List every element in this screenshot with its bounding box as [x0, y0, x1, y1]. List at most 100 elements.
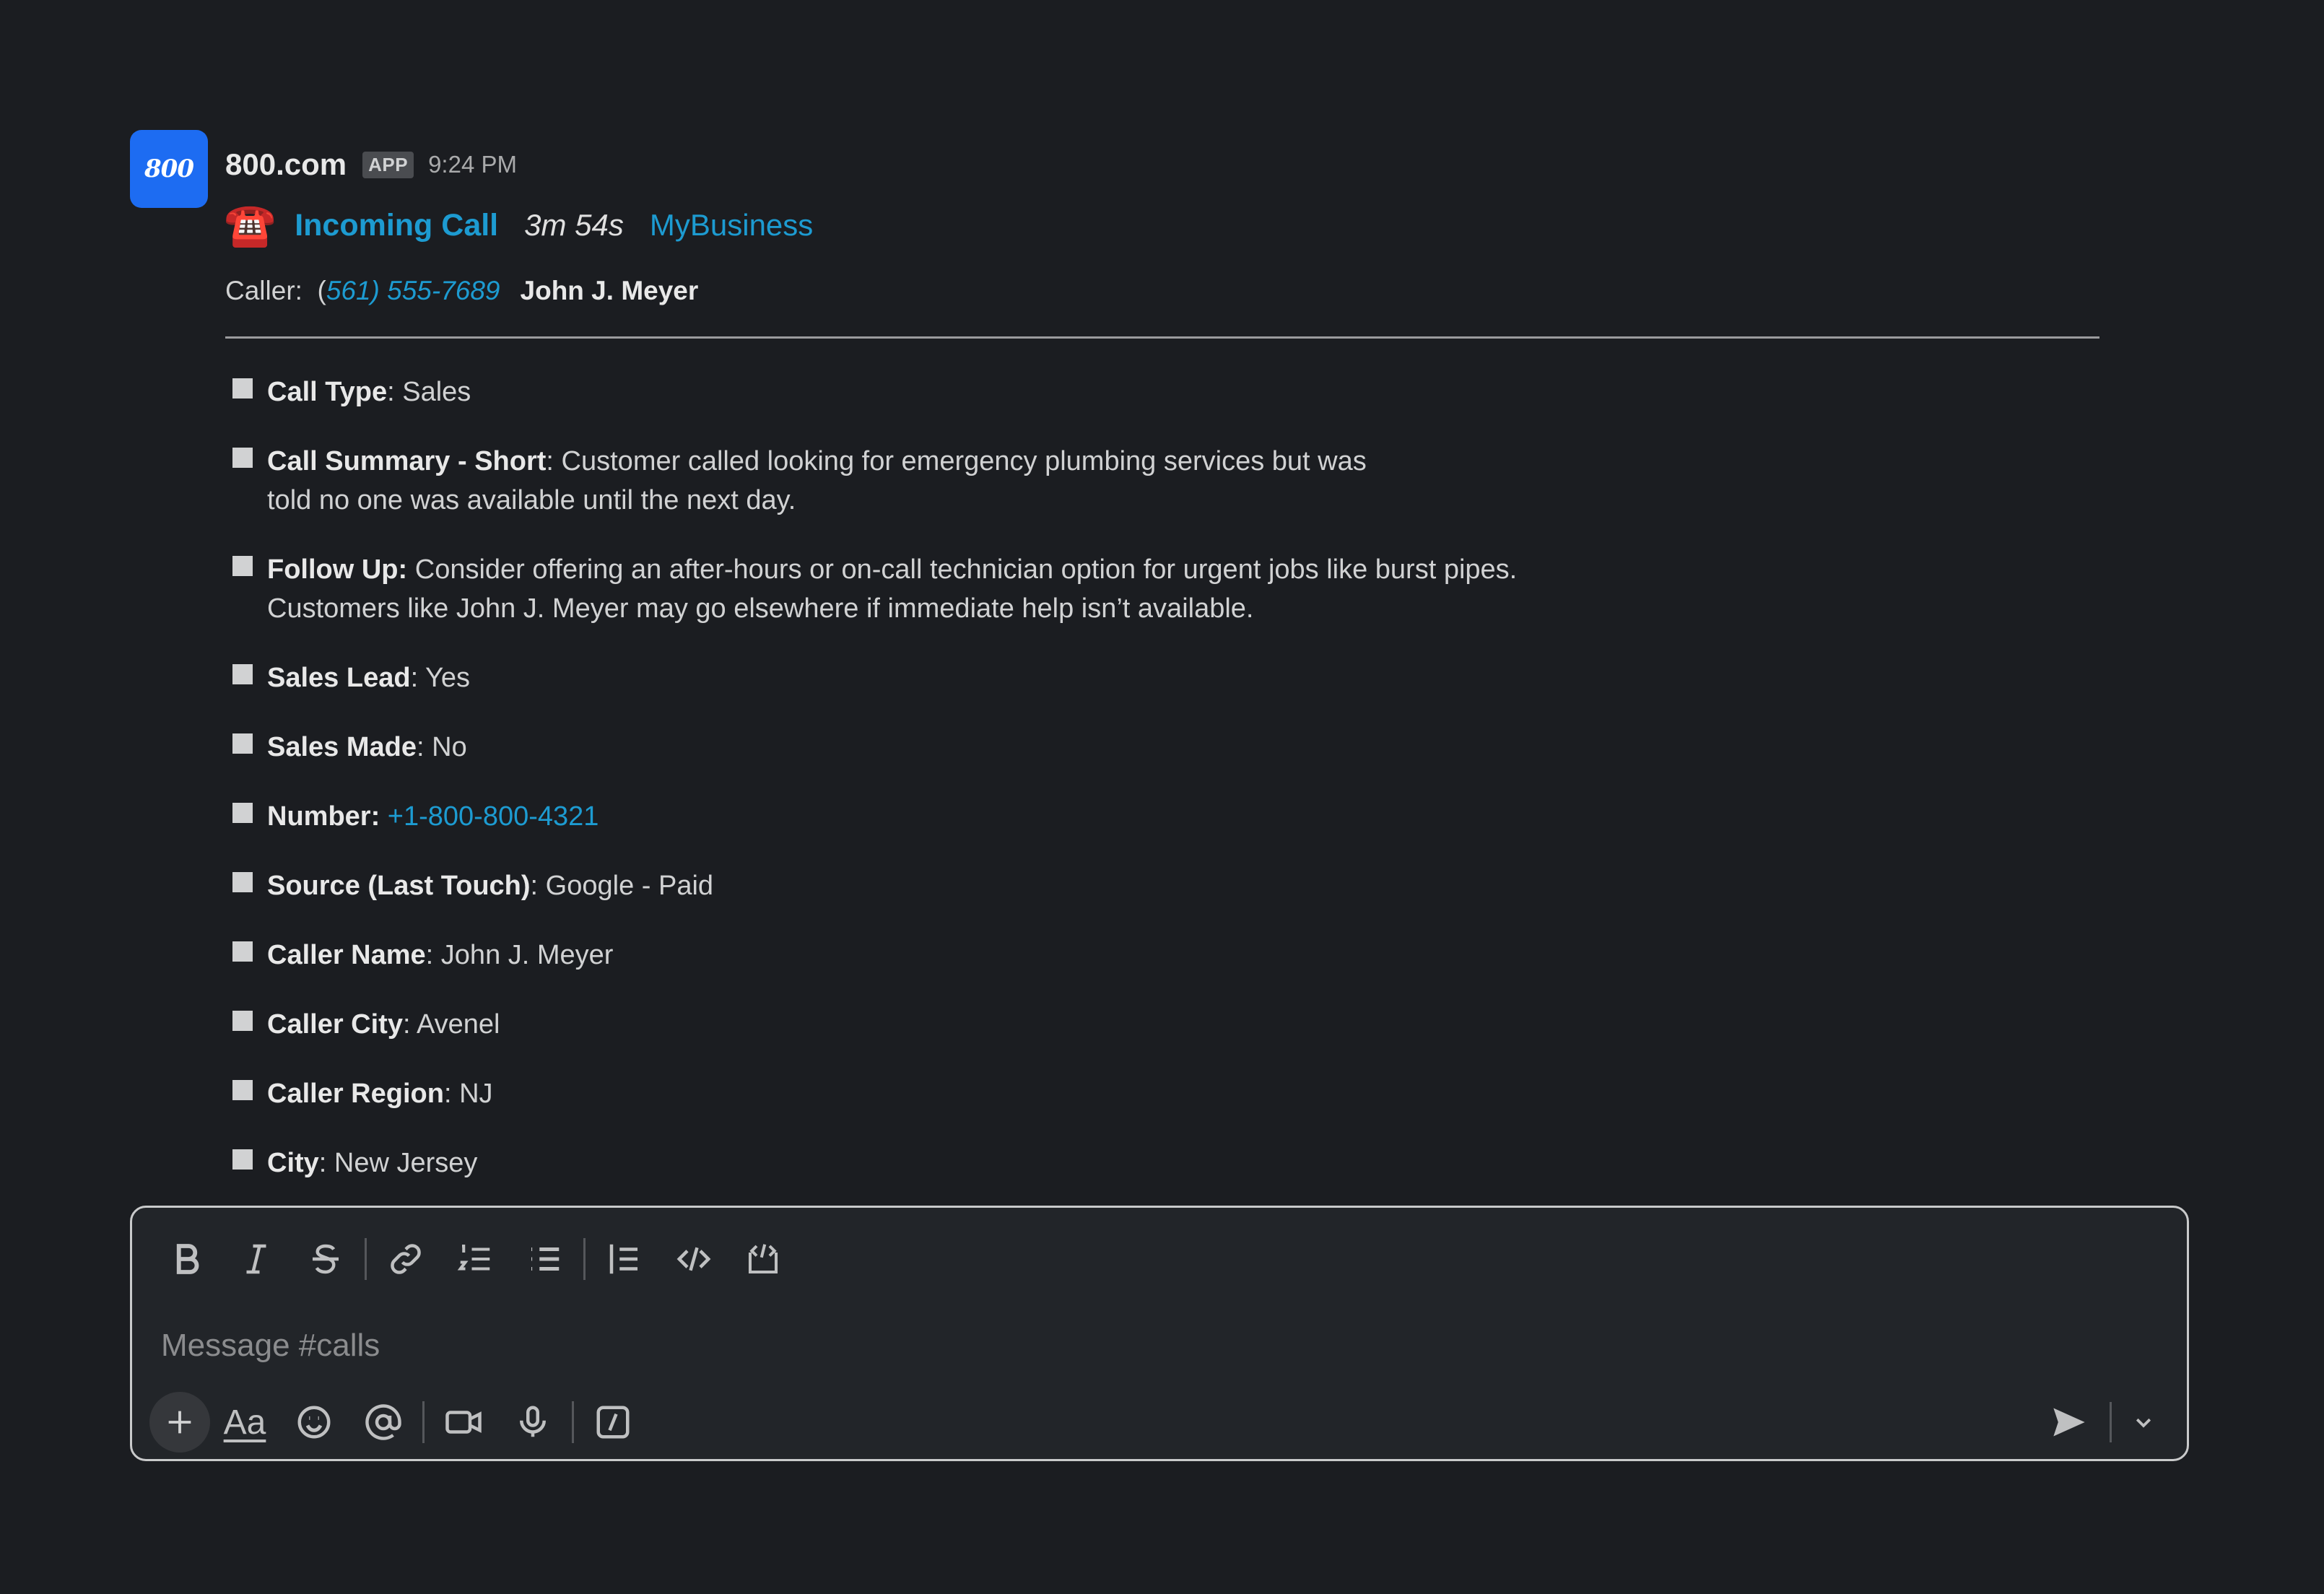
bullet-square-icon: [232, 733, 253, 754]
slash-command-icon[interactable]: [578, 1392, 648, 1453]
bullet-list-icon[interactable]: [510, 1230, 579, 1288]
field-label: Caller Region: [267, 1079, 444, 1109]
field-label: Number:: [267, 801, 380, 832]
field-separator: [380, 801, 388, 832]
app-badge: APP: [362, 151, 414, 178]
code-block-icon[interactable]: [728, 1230, 798, 1288]
call-summary-line: ☎️ Incoming Call 3m 54s MyBusiness: [224, 204, 813, 246]
detail-field: Caller Region: NJ: [230, 1074, 1601, 1113]
field-value: Yes: [425, 663, 470, 693]
formatting-icon[interactable]: Aa: [210, 1392, 279, 1453]
caller-line: Caller: (561) 555-7689 John J. Meyer: [225, 276, 698, 306]
field-value: Customer called looking for emergency pl…: [561, 446, 1367, 476]
field-separator: :: [417, 732, 432, 762]
field-value: Consider offering an after-hours or on-c…: [414, 554, 1518, 585]
field-separator: [407, 554, 415, 585]
mention-icon[interactable]: [349, 1392, 418, 1453]
bullet-square-icon: [232, 1011, 253, 1031]
detail-field: Caller City: Avenel: [230, 1005, 1601, 1044]
message-header: 800.com APP 9:24 PM: [225, 147, 517, 182]
app-avatar[interactable]: 800: [130, 130, 208, 208]
app-name[interactable]: 800.com: [225, 147, 347, 182]
message-input[interactable]: [160, 1316, 2112, 1375]
message-timestamp[interactable]: 9:24 PM: [428, 151, 517, 178]
field-label: Sales Made: [267, 732, 417, 762]
detail-field: Follow Up: Consider offering an after-ho…: [230, 550, 1601, 628]
field-separator: :: [402, 1009, 417, 1040]
field-separator: :: [443, 1079, 460, 1109]
toolbar-separator: [572, 1401, 574, 1443]
field-separator: :: [530, 871, 546, 901]
field-value: Avenel: [417, 1009, 500, 1040]
send-controls: [2039, 1390, 2165, 1455]
field-separator: :: [318, 1148, 334, 1178]
field-value: Sales: [402, 377, 471, 407]
message-composer: Aa: [130, 1206, 2189, 1461]
business-link[interactable]: MyBusiness: [650, 208, 813, 243]
field-value: NJ: [459, 1079, 493, 1109]
ordered-list-icon[interactable]: [440, 1230, 510, 1288]
field-label: Call Summary - Short: [267, 446, 547, 476]
composer-actions: Aa: [149, 1390, 648, 1455]
field-value-continued: Customers like John J. Meyer may go else…: [267, 593, 1254, 624]
link-icon[interactable]: [371, 1230, 440, 1288]
telephone-icon: ☎️: [224, 201, 277, 248]
caller-prefix: Caller:: [225, 276, 303, 305]
bullet-square-icon: [232, 1080, 253, 1100]
code-icon[interactable]: [659, 1230, 728, 1288]
bullet-square-icon: [232, 1149, 253, 1170]
detail-field: Sales Made: No: [230, 728, 1601, 767]
bullet-square-icon: [232, 803, 253, 823]
bullet-square-icon: [232, 378, 253, 398]
field-value: John J. Meyer: [440, 940, 614, 970]
bullet-square-icon: [232, 448, 253, 468]
bullet-square-icon: [232, 941, 253, 962]
call-details-list: Call Type: Sales Call Summary - Short: Cu…: [230, 373, 1601, 1213]
bullet-square-icon: [232, 872, 253, 892]
bullet-square-icon: [232, 556, 253, 576]
microphone-icon[interactable]: [498, 1392, 567, 1453]
toolbar-separator: [365, 1238, 367, 1280]
field-value: Google - Paid: [545, 871, 714, 901]
field-value: No: [432, 732, 467, 762]
field-label: Call Type: [267, 377, 388, 407]
video-icon[interactable]: [429, 1392, 498, 1453]
detail-field: City: New Jersey: [230, 1144, 1601, 1183]
send-icon[interactable]: [2039, 1392, 2099, 1453]
field-separator: :: [387, 377, 403, 407]
toolbar-separator: [583, 1238, 586, 1280]
field-label: Sales Lead: [267, 663, 411, 693]
caller-open-paren: (: [317, 276, 326, 305]
detail-field: Call Summary - Short: Customer called lo…: [230, 442, 1601, 520]
bullet-square-icon: [232, 664, 253, 684]
field-value-continued: told no one was available until the next…: [267, 485, 796, 515]
detail-field: Number: +1-800-800-4321: [230, 797, 1601, 836]
plus-icon[interactable]: [149, 1392, 210, 1453]
field-label: Caller Name: [267, 940, 426, 970]
field-label: Source (Last Touch): [267, 871, 531, 901]
field-value: New Jersey: [334, 1148, 478, 1178]
italic-icon[interactable]: [222, 1230, 291, 1288]
field-label: Caller City: [267, 1009, 403, 1040]
send-separator: [2110, 1402, 2112, 1442]
strikethrough-icon[interactable]: [291, 1230, 360, 1288]
field-separator: :: [410, 663, 425, 693]
emoji-icon[interactable]: [279, 1392, 349, 1453]
incoming-call-label[interactable]: Incoming Call: [295, 208, 498, 243]
formatting-toolbar: [152, 1227, 798, 1292]
phone-number-link[interactable]: +1-800-800-4321: [388, 801, 599, 832]
field-label: Follow Up:: [267, 554, 408, 585]
call-duration: 3m 54s: [524, 208, 624, 242]
field-separator: :: [546, 446, 562, 476]
chevron-down-icon[interactable]: [2122, 1392, 2165, 1453]
formatting-label: Aa: [223, 1403, 266, 1442]
blockquote-icon[interactable]: [590, 1230, 659, 1288]
field-label: City: [267, 1148, 319, 1178]
toolbar-separator: [422, 1401, 425, 1443]
detail-field: Call Type: Sales: [230, 373, 1601, 411]
detail-field: Sales Lead: Yes: [230, 658, 1601, 697]
bold-icon[interactable]: [152, 1230, 222, 1288]
caller-number-link[interactable]: 561) 555-7689: [326, 276, 500, 305]
caller-name: John J. Meyer: [520, 276, 699, 305]
field-separator: :: [425, 940, 441, 970]
